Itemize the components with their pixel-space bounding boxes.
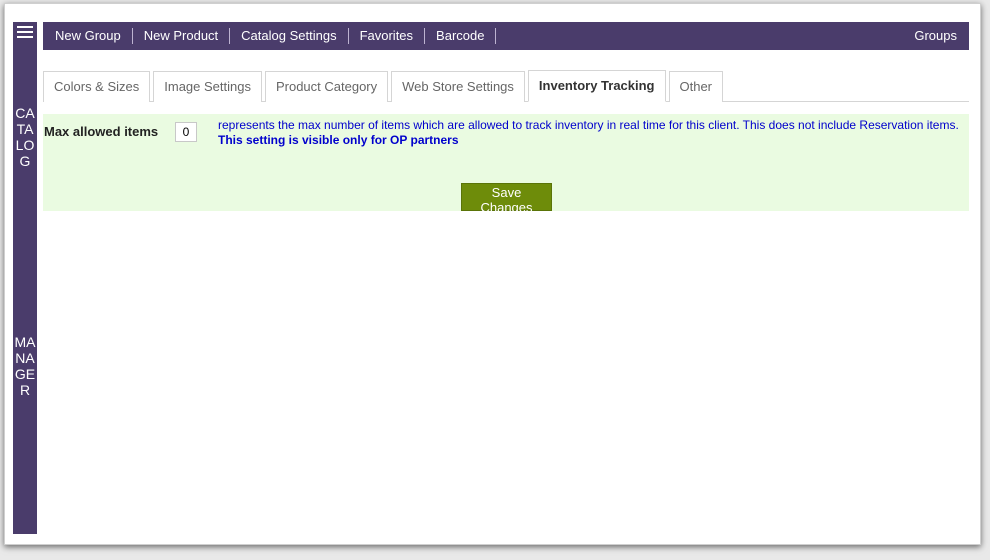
settings-tabs: Colors & Sizes Image Settings Product Ca…	[43, 69, 969, 102]
tab-product-category[interactable]: Product Category	[264, 71, 389, 102]
max-allowed-items-description: represents the max number of items which…	[218, 118, 968, 148]
max-allowed-items-input[interactable]	[175, 122, 197, 142]
nav-catalog-settings[interactable]: Catalog Settings	[230, 28, 349, 44]
tab-other[interactable]: Other	[668, 71, 724, 102]
nav-groups[interactable]: Groups	[903, 28, 969, 44]
tab-image-settings[interactable]: Image Settings	[153, 71, 262, 102]
nav-favorites[interactable]: Favorites	[349, 28, 426, 44]
hamburger-menu-icon[interactable]	[17, 24, 33, 40]
tab-web-store-settings[interactable]: Web Store Settings	[391, 71, 525, 102]
nav-new-group[interactable]: New Group	[43, 28, 133, 44]
app-window: CATALOG MANAGER New Group New Product Ca…	[4, 3, 981, 545]
sidebar-vertical-label-catalog: CATALOG	[15, 105, 35, 169]
tab-colors-sizes[interactable]: Colors & Sizes	[43, 71, 151, 102]
save-changes-button[interactable]: Save Changes	[461, 183, 552, 215]
inventory-tracking-panel: Max allowed items represents the max num…	[43, 114, 969, 215]
description-bold-note: This setting is visible only for OP part…	[218, 133, 459, 147]
description-text: represents the max number of items which…	[218, 118, 959, 132]
sidebar-vertical-label-manager: MANAGER	[14, 334, 36, 398]
sidebar: CATALOG MANAGER	[13, 22, 37, 534]
max-allowed-items-label: Max allowed items	[44, 124, 159, 139]
tab-inventory-tracking[interactable]: Inventory Tracking	[527, 70, 666, 102]
nav-barcode[interactable]: Barcode	[425, 28, 497, 44]
nav-new-product[interactable]: New Product	[133, 28, 231, 44]
top-navigation-bar: New Group New Product Catalog Settings F…	[43, 22, 969, 50]
